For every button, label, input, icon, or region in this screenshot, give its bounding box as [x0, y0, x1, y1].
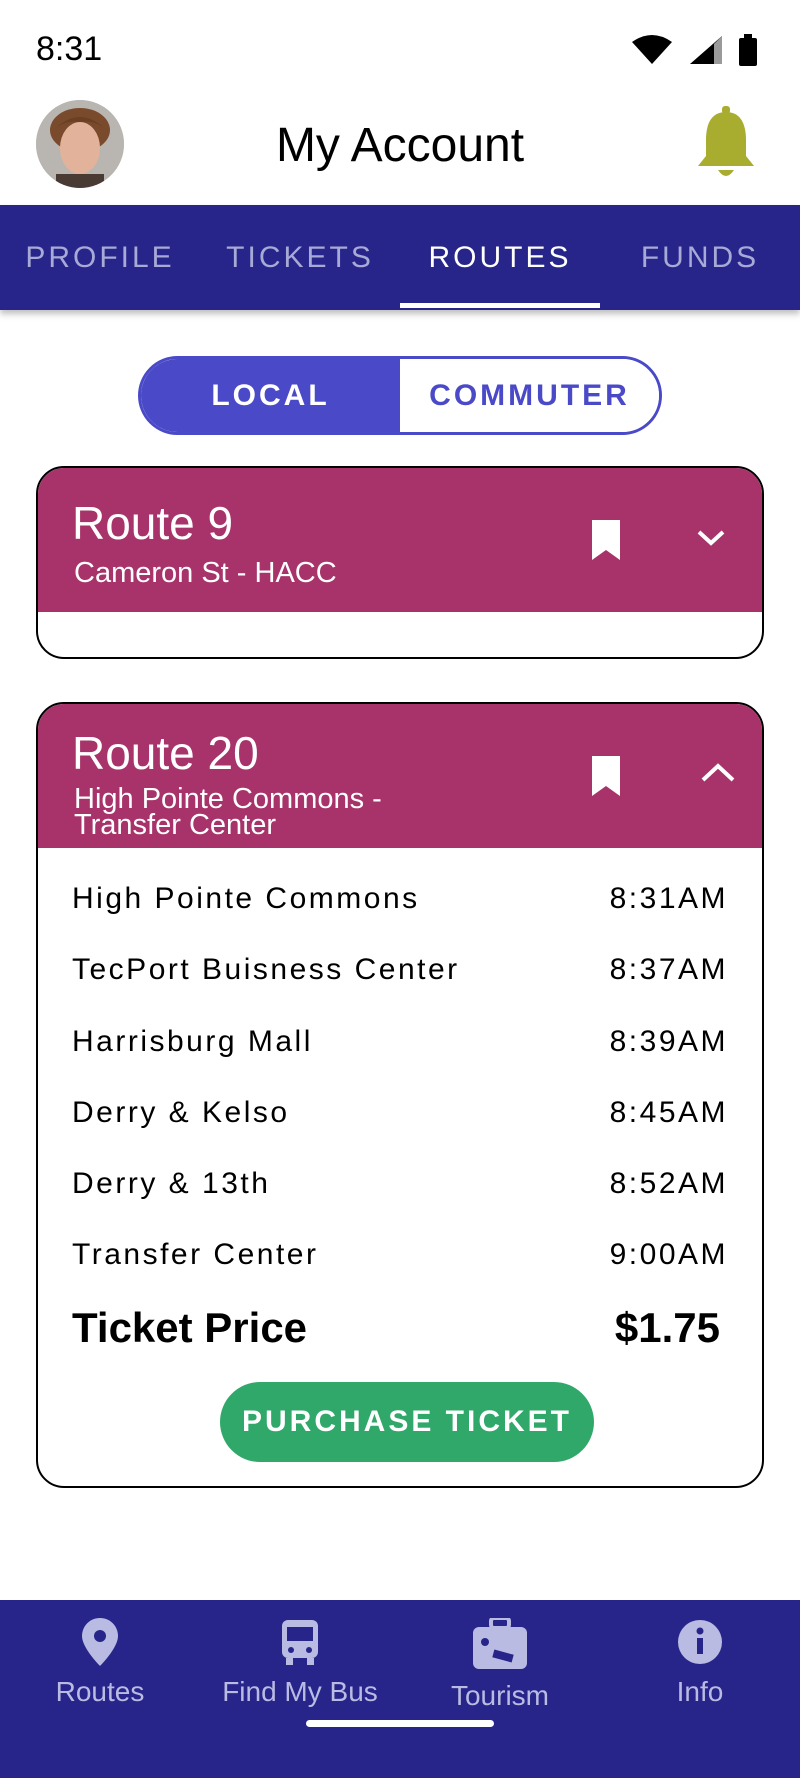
route-subtitle-line2: Transfer Center [74, 809, 276, 841]
route-name: Route 20 [72, 727, 259, 779]
status-icons [630, 34, 758, 66]
ticket-price-row: Ticket Price $1.75 [72, 1304, 720, 1352]
tab-active-indicator [400, 303, 600, 308]
stop-row: Derry & 13th 8:52AM [72, 1167, 728, 1201]
bookmark-icon[interactable] [590, 756, 622, 796]
bus-icon [282, 1620, 318, 1665]
stop-name: Harrisburg Mall [72, 1025, 313, 1058]
stop-row: TecPort Buisness Center 8:37AM [72, 953, 728, 987]
signal-icon [690, 36, 722, 64]
bottom-nav: Routes Find My Bus Tourism Info [0, 1600, 800, 1778]
local-toggle-button[interactable]: LOCAL [141, 359, 400, 432]
stop-time: 9:00AM [609, 1238, 728, 1271]
chevron-down-icon[interactable] [696, 528, 726, 548]
nav-label: Routes [55, 1676, 145, 1707]
stop-name: High Pointe Commons [72, 882, 420, 915]
battery-icon [739, 34, 757, 66]
top-tabbar: PROFILE TICKETS ROUTES FUNDS [0, 205, 800, 310]
header: My Account [0, 100, 800, 204]
route-card-header[interactable]: Route 9 Cameron St - HACC [38, 468, 762, 612]
stop-name: Derry & Kelso [72, 1096, 290, 1129]
purchase-ticket-button[interactable]: PURCHASE TICKET [220, 1382, 594, 1462]
bookmark-icon[interactable] [590, 520, 622, 560]
stop-row: High Pointe Commons 8:31AM [72, 882, 728, 916]
stop-time: 8:45AM [609, 1096, 728, 1129]
nav-label: Tourism [450, 1680, 549, 1711]
route-card-20: Route 20 High Pointe Commons - Transfer … [36, 702, 764, 1488]
nav-label: Find My Bus [222, 1676, 378, 1707]
status-time: 8:31 [36, 30, 103, 68]
route-name: Route 9 [72, 497, 234, 549]
ticket-price-value: $1.75 [614, 1304, 720, 1351]
stop-row: Harrisburg Mall 8:39AM [72, 1025, 728, 1059]
tab-profile[interactable]: PROFILE [0, 205, 200, 310]
nav-label: Info [676, 1676, 724, 1707]
info-icon [678, 1620, 722, 1664]
route-card-9: Route 9 Cameron St - HACC [36, 466, 764, 659]
route-card-header[interactable]: Route 20 High Pointe Commons - Transfer … [38, 704, 762, 848]
ticket-price-label: Ticket Price [72, 1304, 308, 1351]
notification-bell[interactable] [694, 106, 758, 189]
stop-time: 8:37AM [609, 953, 728, 986]
tab-funds[interactable]: FUNDS [600, 205, 800, 310]
nav-info[interactable]: Info [600, 1618, 800, 1708]
nav-find-my-bus[interactable]: Find My Bus [200, 1618, 400, 1708]
map-pin-icon [82, 1618, 118, 1666]
tab-tickets[interactable]: TICKETS [200, 205, 400, 310]
status-bar: 8:31 [0, 0, 800, 100]
nav-routes[interactable]: Routes [0, 1618, 200, 1708]
route-subtitle: Cameron St - HACC [74, 557, 337, 589]
stop-name: TecPort Buisness Center [72, 953, 460, 986]
tab-routes[interactable]: ROUTES [400, 205, 600, 310]
route-type-toggle: LOCAL COMMUTER [138, 356, 662, 435]
stop-row: Derry & Kelso 8:45AM [72, 1096, 728, 1130]
stop-name: Transfer Center [72, 1238, 319, 1271]
bell-icon [698, 106, 754, 176]
stop-row: Transfer Center 9:00AM [72, 1238, 728, 1272]
stop-time: 8:39AM [609, 1025, 728, 1058]
nav-tourism[interactable]: Tourism [400, 1618, 600, 1712]
page-title: My Account [275, 119, 525, 172]
stop-name: Derry & 13th [72, 1167, 271, 1200]
suitcase-icon [473, 1618, 527, 1669]
commuter-toggle-button[interactable]: COMMUTER [400, 359, 659, 432]
home-indicator [306, 1720, 494, 1727]
stop-time: 8:52AM [609, 1167, 728, 1200]
chevron-up-icon[interactable] [700, 762, 736, 784]
stop-time: 8:31AM [609, 882, 728, 915]
wifi-icon [632, 35, 672, 64]
